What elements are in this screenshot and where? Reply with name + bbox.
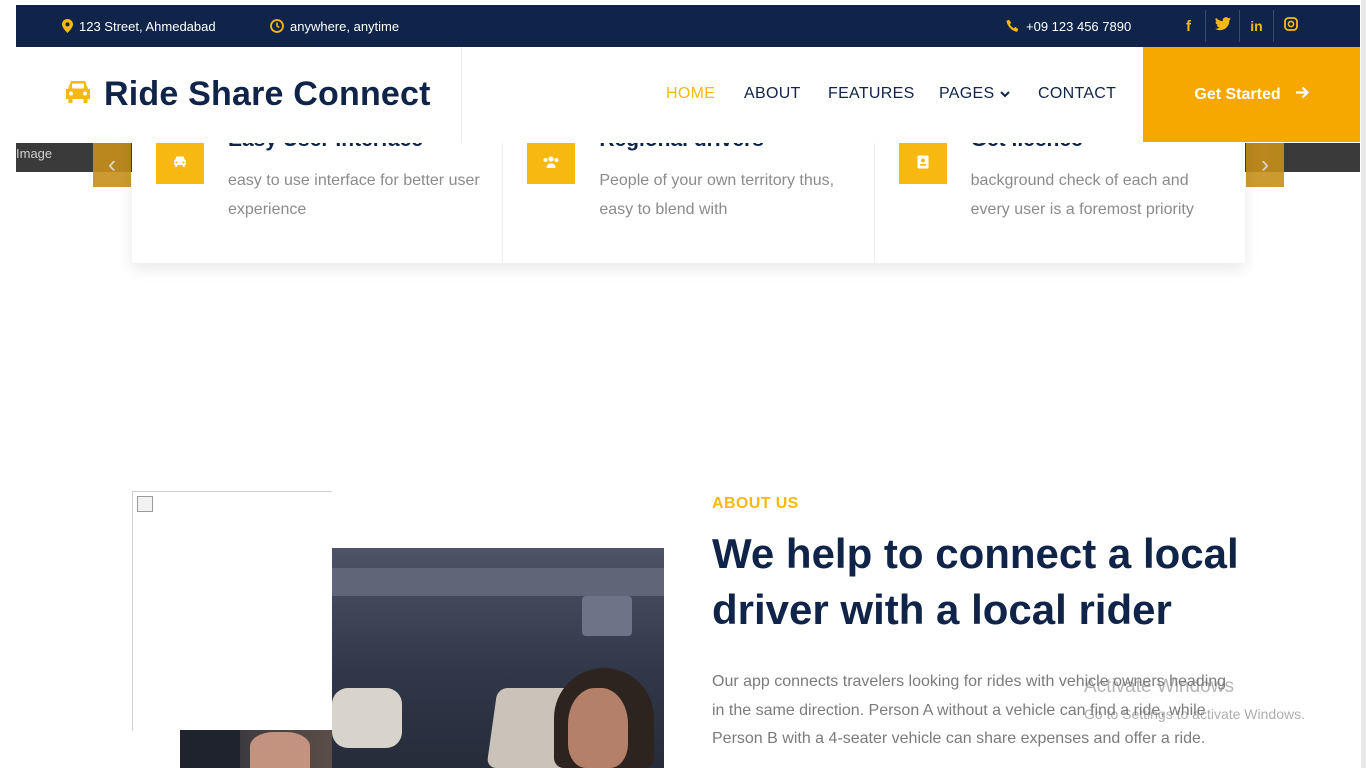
top-bar: 123 Street, Ahmedabad anywhere, anytime … <box>16 5 1360 47</box>
instagram-icon <box>1284 17 1298 35</box>
phone-item[interactable]: +09 123 456 7890 <box>1006 5 1131 47</box>
about-broken-image <box>132 491 332 731</box>
about-title: We help to connect a local driver with a… <box>712 530 1239 633</box>
hours-text: anywhere, anytime <box>290 18 400 34</box>
navbar: Ride Share Connect HOME ABOUT FEATURES P… <box>16 47 1360 143</box>
chevron-right-icon: › <box>1261 151 1269 178</box>
clock-icon <box>270 19 284 33</box>
address-text: 123 Street, Ahmedabad <box>79 18 216 34</box>
page: 123 Street, Ahmedabad anywhere, anytime … <box>0 0 1366 768</box>
feature-description: People of your own territory thus, easy … <box>599 172 835 218</box>
carousel-prev-button[interactable]: ‹ <box>93 143 131 187</box>
chevron-down-icon <box>1000 85 1011 103</box>
about-photo-lower <box>180 730 332 768</box>
page-scrollbar[interactable] <box>1361 0 1366 768</box>
activate-windows-title: Activate Windows <box>1084 676 1234 697</box>
nav-contact[interactable]: CONTACT <box>1038 85 1116 103</box>
broken-image-alt: Image <box>16 146 53 161</box>
nav-home[interactable]: HOME <box>666 85 715 103</box>
car-logo-icon <box>62 78 94 111</box>
address-item: 123 Street, Ahmedabad <box>62 5 216 47</box>
feature-description: background check of each and every user … <box>970 172 1194 218</box>
arrow-right-icon <box>1295 86 1309 104</box>
nav-features[interactable]: FEATURES <box>828 85 915 103</box>
twitter-icon <box>1214 17 1231 35</box>
id-card-icon <box>898 140 947 184</box>
carousel-broken-image: Image <box>16 146 52 161</box>
linkedin-link[interactable]: in <box>1240 10 1274 42</box>
nav-about[interactable]: ABOUT <box>744 85 801 103</box>
car-icon <box>156 140 204 184</box>
users-icon <box>527 140 576 184</box>
linkedin-icon: in <box>1250 18 1263 34</box>
hours-item: anywhere, anytime <box>270 5 399 47</box>
get-started-button[interactable]: Get Started <box>1143 47 1360 142</box>
activate-windows-subtitle: Go to Settings to activate Windows. <box>1084 706 1305 722</box>
facebook-link[interactable]: f <box>1172 10 1206 42</box>
facebook-icon: f <box>1186 17 1191 35</box>
map-pin-icon <box>62 19 73 33</box>
brand-name: Ride Share Connect <box>104 75 431 113</box>
phone-text: +09 123 456 7890 <box>1026 18 1132 34</box>
about-eyebrow: ABOUT US <box>712 495 799 512</box>
about-photo <box>332 548 664 768</box>
chevron-left-icon: ‹ <box>108 151 116 178</box>
brand-divider <box>461 47 462 143</box>
broken-image-icon <box>137 496 153 512</box>
carousel-next-button[interactable]: › <box>1246 143 1284 187</box>
get-started-label: Get Started <box>1194 85 1281 103</box>
instagram-link[interactable] <box>1274 10 1308 42</box>
nav-pages-label: PAGES <box>939 85 995 102</box>
feature-description: easy to use interface for better user ex… <box>228 172 480 218</box>
twitter-link[interactable] <box>1206 10 1240 42</box>
nav-pages-dropdown[interactable]: PAGES <box>939 85 1011 103</box>
phone-icon <box>1006 19 1020 33</box>
brand-link[interactable]: Ride Share Connect <box>62 75 431 114</box>
